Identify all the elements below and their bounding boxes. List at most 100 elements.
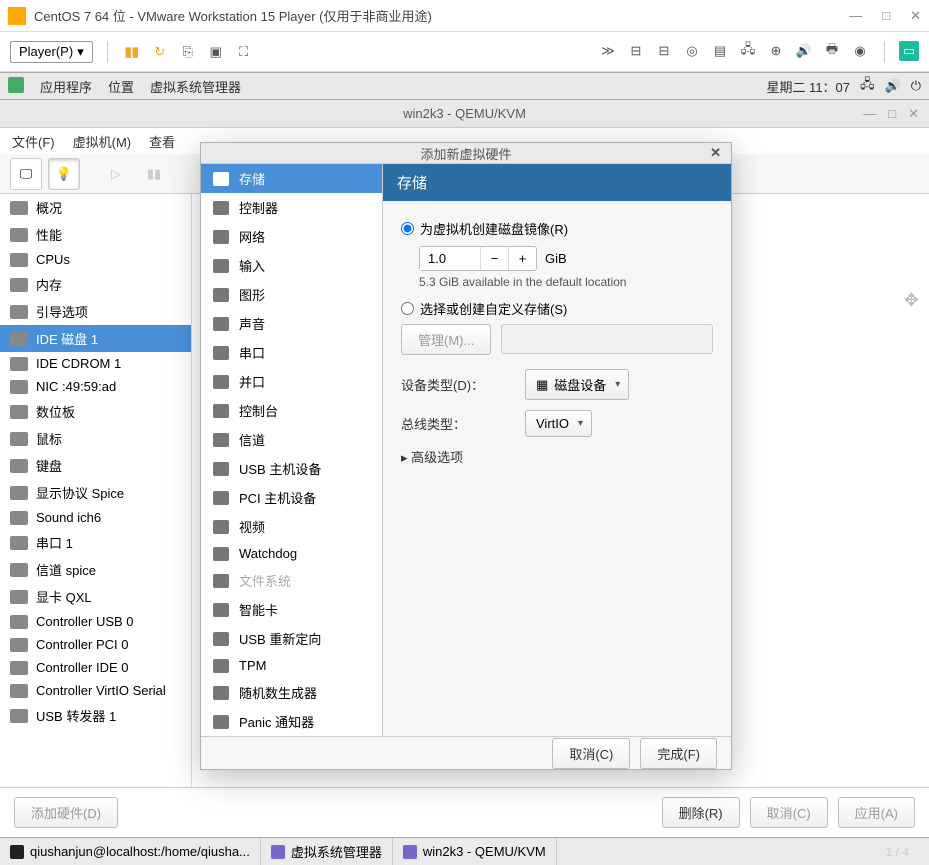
radio-create-input[interactable]: [401, 222, 414, 235]
category-item[interactable]: 视频: [201, 512, 382, 541]
manage-button[interactable]: 管理(M)...: [401, 324, 491, 355]
play-button[interactable]: ▷: [100, 158, 132, 190]
send-keys-icon[interactable]: ⎘: [178, 42, 198, 62]
gnome-clock[interactable]: 星期二 11：07: [766, 77, 850, 96]
category-item[interactable]: 智能卡: [201, 595, 382, 624]
device-icon[interactable]: ≫: [598, 41, 618, 61]
device-item[interactable]: Controller VirtIO Serial: [0, 679, 191, 702]
device-item[interactable]: USB 转发器 1: [0, 702, 191, 729]
category-item[interactable]: Watchdog: [201, 541, 382, 566]
minimize-icon[interactable]: —: [863, 106, 876, 122]
radio-custom-input[interactable]: [401, 302, 414, 315]
device-item[interactable]: 数位板: [0, 398, 191, 425]
gnome-active-app[interactable]: 虚拟系统管理器: [150, 77, 241, 96]
maximize-icon[interactable]: □: [882, 8, 890, 24]
hardware-category-list[interactable]: 存储控制器网络输入图形声音串口并口控制台信道USB 主机设备PCI 主机设备视频…: [201, 164, 383, 736]
floppy-icon[interactable]: ▤: [710, 41, 730, 61]
device-item[interactable]: Controller USB 0: [0, 610, 191, 633]
disk-size-input[interactable]: [420, 247, 480, 270]
player-menu-button[interactable]: Player(P) ▾: [10, 41, 93, 63]
category-item[interactable]: 图形: [201, 280, 382, 309]
device-item[interactable]: 串口 1: [0, 529, 191, 556]
category-item[interactable]: 输入: [201, 251, 382, 280]
remove-button[interactable]: 删除(R): [662, 797, 740, 828]
maximize-icon[interactable]: □: [888, 106, 896, 122]
category-item[interactable]: USB 重新定向: [201, 624, 382, 653]
device-item[interactable]: IDE 磁盘 1: [0, 325, 191, 352]
category-item[interactable]: PCI 主机设备: [201, 483, 382, 512]
net-icon[interactable]: 🖧: [738, 41, 758, 61]
radio-create-disk[interactable]: 为虚拟机创建磁盘镜像(R): [401, 219, 713, 238]
menu-vm[interactable]: 虚拟机(M): [73, 132, 132, 151]
dialog-finish-button[interactable]: 完成(F): [640, 738, 717, 769]
device-item[interactable]: 信道 spice: [0, 556, 191, 583]
sound-icon[interactable]: 🔊: [794, 41, 814, 61]
category-item[interactable]: USB 主机设备: [201, 454, 382, 483]
device-type-combo[interactable]: ▦ 磁盘设备: [525, 369, 629, 400]
task-win2k3[interactable]: win2k3 - QEMU/KVM: [393, 838, 557, 865]
task-terminal[interactable]: qiushanjun@localhost:/home/qiusha...: [0, 838, 261, 865]
category-item[interactable]: 并口: [201, 367, 382, 396]
stepper-plus-button[interactable]: +: [508, 247, 536, 270]
pause-icon[interactable]: ▮▮: [122, 42, 142, 62]
console-view-button[interactable]: 🖵: [10, 158, 42, 190]
minimize-icon[interactable]: —: [849, 8, 862, 24]
device-item[interactable]: 鼠标: [0, 425, 191, 452]
device-item[interactable]: Sound ich6: [0, 506, 191, 529]
unity-icon[interactable]: ▣: [206, 42, 226, 62]
category-item[interactable]: 存储: [201, 164, 382, 193]
category-item[interactable]: 信道: [201, 425, 382, 454]
add-hardware-button[interactable]: 添加硬件(D): [14, 797, 118, 828]
gnome-applications-menu[interactable]: 应用程序: [40, 77, 92, 96]
cancel-button[interactable]: 取消(C): [750, 797, 828, 828]
volume-icon[interactable]: 🔊: [885, 78, 901, 94]
network-icon[interactable]: 🖧: [860, 75, 875, 97]
device-item[interactable]: 概况: [0, 194, 191, 221]
category-item[interactable]: 随机数生成器: [201, 678, 382, 707]
close-icon[interactable]: ✕: [910, 8, 921, 24]
category-item[interactable]: 控制台: [201, 396, 382, 425]
category-item[interactable]: 串口: [201, 338, 382, 367]
gnome-places-menu[interactable]: 位置: [108, 77, 134, 96]
advanced-options-expander[interactable]: 高级选项: [401, 447, 713, 466]
disk2-icon[interactable]: ⊟: [654, 41, 674, 61]
device-item[interactable]: NIC :49:59:ad: [0, 375, 191, 398]
apply-button[interactable]: 应用(A): [838, 797, 915, 828]
printer-icon[interactable]: 🖶: [822, 41, 842, 61]
cd-icon[interactable]: ◎: [682, 41, 702, 61]
category-item[interactable]: 控制器: [201, 193, 382, 222]
device-item[interactable]: 引导选项: [0, 298, 191, 325]
device-list[interactable]: 概况性能CPUs内存引导选项IDE 磁盘 1IDE CDROM 1NIC :49…: [0, 194, 192, 787]
category-item[interactable]: 文件系统: [201, 566, 382, 595]
menu-file[interactable]: 文件(F): [12, 132, 55, 151]
radio-custom-storage[interactable]: 选择或创建自定义存储(S): [401, 299, 713, 318]
pause-button[interactable]: ▮▮: [138, 158, 170, 190]
category-item[interactable]: TPM: [201, 653, 382, 678]
device-item[interactable]: 内存: [0, 271, 191, 298]
usb-icon[interactable]: ⊕: [766, 41, 786, 61]
device-item[interactable]: IDE CDROM 1: [0, 352, 191, 375]
camera-icon[interactable]: ◉: [850, 41, 870, 61]
disk-icon[interactable]: ⊟: [626, 41, 646, 61]
details-view-button[interactable]: 💡: [48, 158, 80, 190]
close-icon[interactable]: ✕: [908, 106, 919, 122]
dialog-cancel-button[interactable]: 取消(C): [552, 738, 630, 769]
device-item[interactable]: 键盘: [0, 452, 191, 479]
bus-type-combo[interactable]: VirtIO: [525, 410, 592, 437]
category-item[interactable]: Panic 通知器: [201, 707, 382, 736]
device-item[interactable]: Controller IDE 0: [0, 656, 191, 679]
device-item[interactable]: Controller PCI 0: [0, 633, 191, 656]
device-item[interactable]: CPUs: [0, 248, 191, 271]
fullscreen-icon[interactable]: ⛶: [234, 42, 254, 62]
device-item[interactable]: 显示协议 Spice: [0, 479, 191, 506]
screen-icon[interactable]: ▭: [899, 41, 919, 61]
power-icon[interactable]: ⏻: [911, 78, 921, 94]
reset-icon[interactable]: ↻: [150, 42, 170, 62]
task-virt-manager[interactable]: 虚拟系统管理器: [261, 838, 393, 865]
category-item[interactable]: 网络: [201, 222, 382, 251]
dialog-close-button[interactable]: ✕: [710, 145, 721, 161]
stepper-minus-button[interactable]: −: [480, 247, 508, 270]
category-item[interactable]: 声音: [201, 309, 382, 338]
device-item[interactable]: 性能: [0, 221, 191, 248]
device-item[interactable]: 显卡 QXL: [0, 583, 191, 610]
